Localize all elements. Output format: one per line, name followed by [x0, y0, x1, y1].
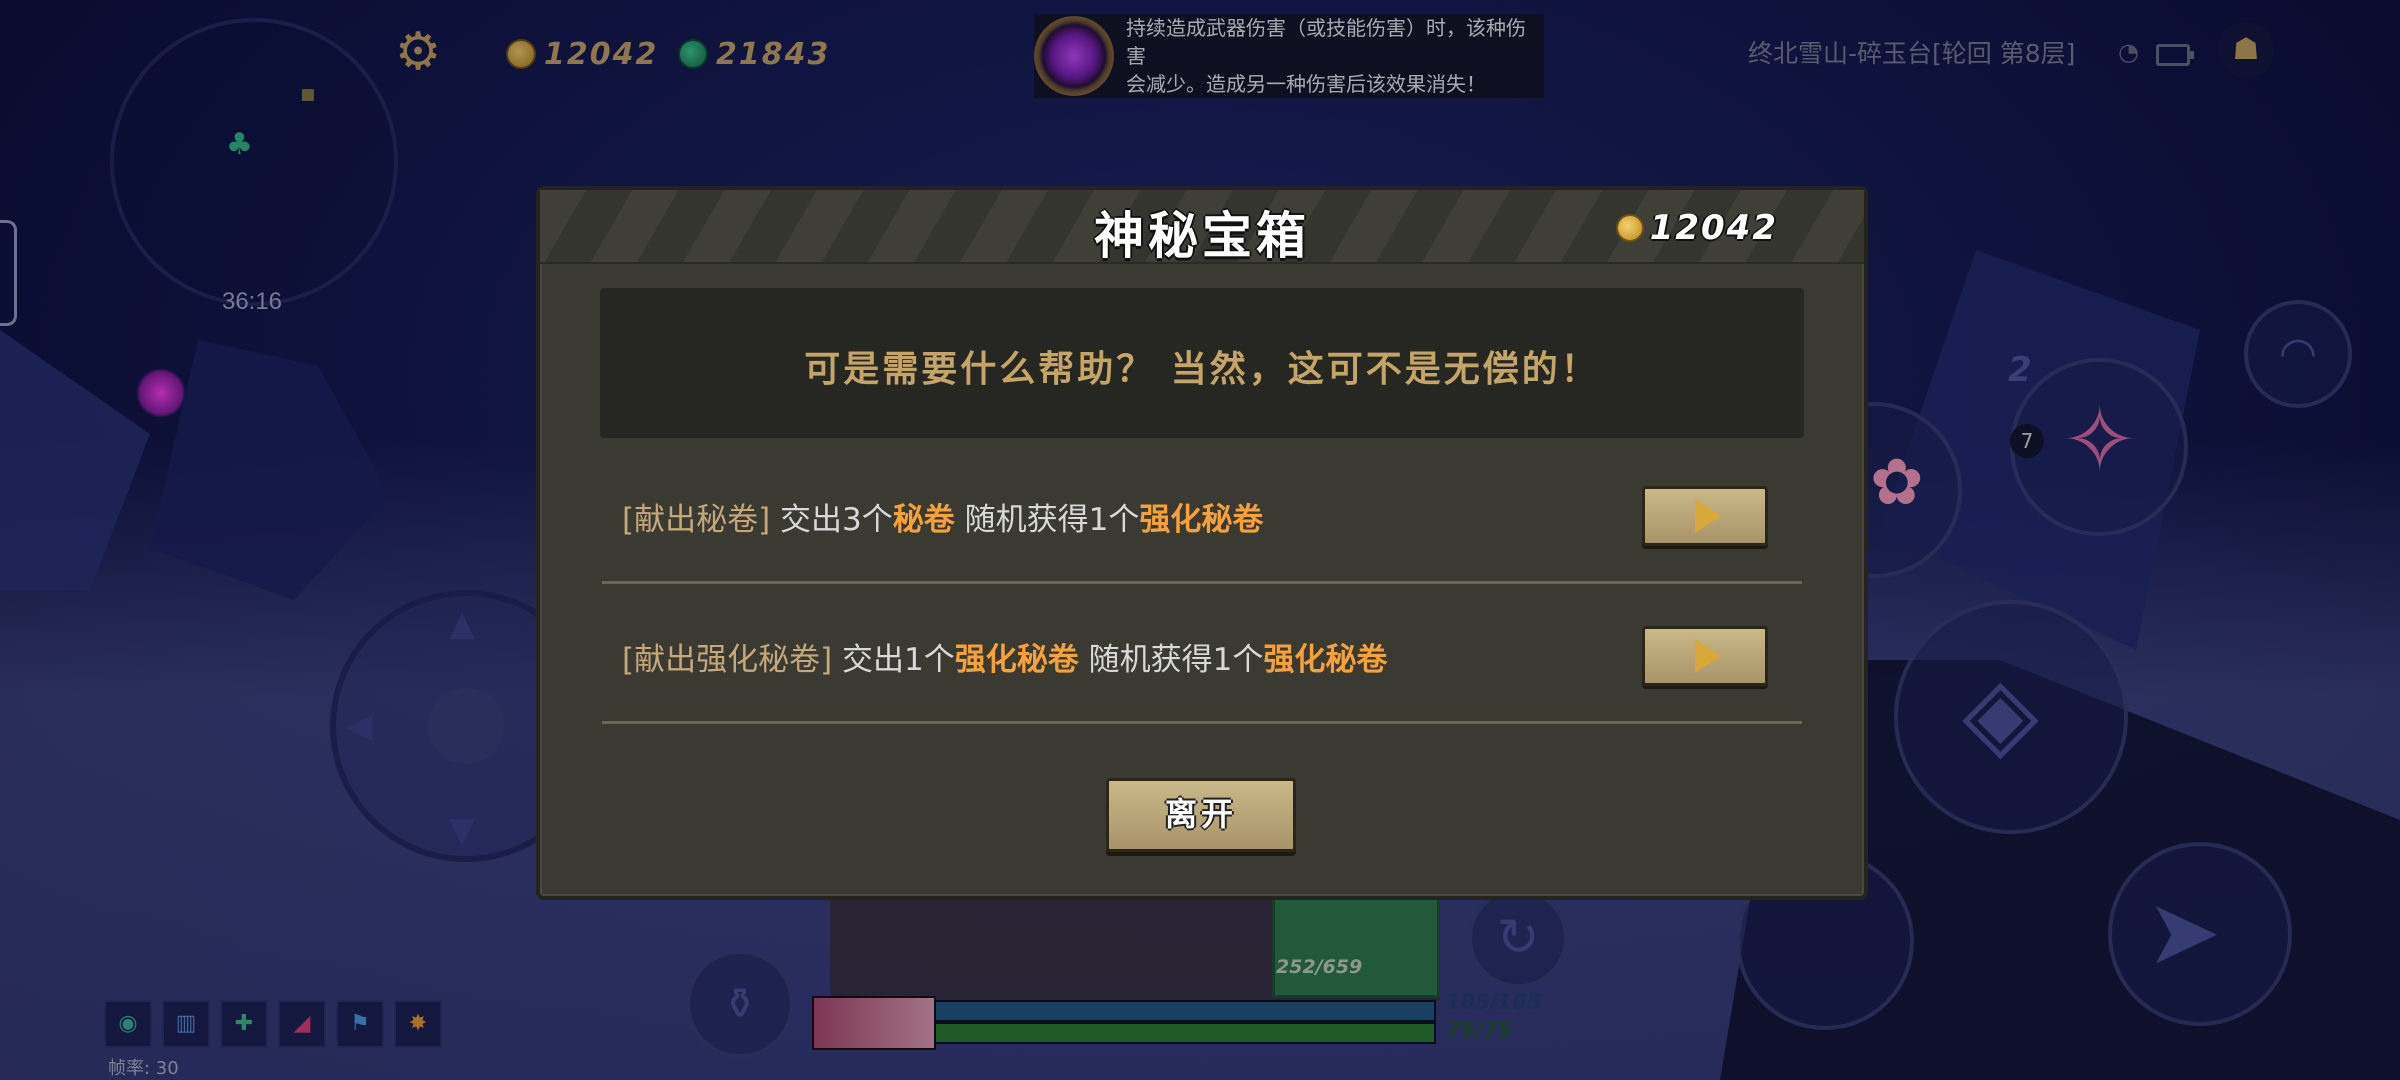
- mystery-chest-dialog: 神秘宝箱 12042 可是需要什么帮助？ 当然，这可不是无偿的！ [献出秘卷] …: [536, 186, 1868, 900]
- option-desc-a: 交出3个: [770, 502, 893, 538]
- option-desc-b: 随机获得1个: [1078, 642, 1264, 678]
- option-text: [献出强化秘卷] 交出1个强化秘卷 随机获得1个强化秘卷: [622, 634, 1387, 679]
- play-triangle-icon: [1695, 639, 1721, 673]
- confirm-offer-enhanced-scroll-button[interactable]: [1642, 626, 1768, 686]
- option-desc-a: 交出1个: [832, 642, 955, 678]
- option-tag: [献出强化秘卷]: [622, 642, 833, 678]
- option-row-offer-enhanced-scroll: [献出强化秘卷] 交出1个强化秘卷 随机获得1个强化秘卷: [602, 586, 1802, 724]
- npc-speech-box: 可是需要什么帮助？ 当然，这可不是无偿的！: [600, 288, 1804, 438]
- play-triangle-icon: [1695, 499, 1721, 533]
- option-desc-b: 随机获得1个: [954, 502, 1140, 538]
- option-divider: [602, 721, 1802, 724]
- option-row-offer-scroll: [献出秘卷] 交出3个秘卷 随机获得1个强化秘卷: [602, 446, 1802, 584]
- confirm-offer-scroll-button[interactable]: [1642, 486, 1768, 546]
- option-tag: [献出秘卷]: [622, 502, 771, 538]
- gold-coin-icon: [1615, 214, 1644, 242]
- option-highlight-a: 秘卷: [892, 502, 955, 538]
- option-text: [献出秘卷] 交出3个秘卷 随机获得1个强化秘卷: [622, 494, 1263, 539]
- npc-speech-text: 可是需要什么帮助？ 当然，这可不是无偿的！: [804, 349, 1600, 390]
- leave-button[interactable]: 离开: [1106, 778, 1296, 852]
- dialog-gold-value: 12042: [1649, 208, 1778, 248]
- option-highlight-b: 强化秘卷: [1139, 502, 1264, 538]
- option-highlight-b: 强化秘卷: [1263, 642, 1388, 678]
- option-highlight-a: 强化秘卷: [954, 642, 1079, 678]
- dialog-gold-counter: 12042: [1615, 208, 1778, 248]
- option-divider: [602, 581, 1802, 584]
